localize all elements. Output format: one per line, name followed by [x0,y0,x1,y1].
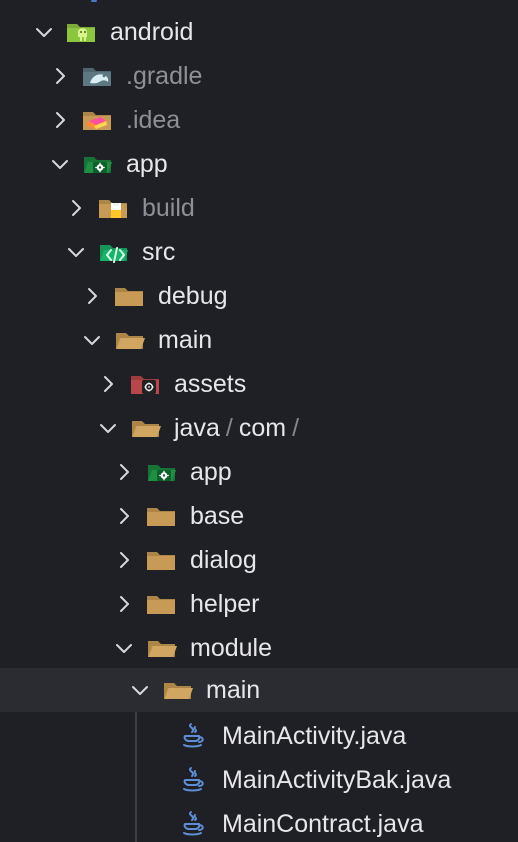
tree-item-label: app [126,150,168,178]
folder-open-icon [112,325,146,355]
folder-open-icon [144,633,178,663]
folder-icon [144,545,178,575]
tree-row-java-9[interactable]: java / com / [0,406,518,450]
idea-folder-icon [80,105,114,135]
tree-item-label: MainContract.java [222,810,424,838]
tree-row-android-0[interactable]: android [0,10,518,54]
path-separator: / [225,414,233,442]
tree-row-assets-8[interactable]: assets [0,362,518,406]
tree-item-label: debug [158,282,228,310]
chevron-down-icon[interactable] [98,418,118,438]
chevron-right-icon[interactable] [98,374,118,394]
chevron-right-icon[interactable] [66,198,86,218]
tree-row-base-11[interactable]: base [0,494,518,538]
chevron-down-icon[interactable] [50,154,70,174]
build-folder-icon [96,193,130,223]
tree-item-label: main [206,676,261,704]
app-folder-icon [80,149,114,179]
tree-row-app-3[interactable]: app [0,142,518,186]
tree-item-label: src [142,238,176,266]
tree-row-build-4[interactable]: build [0,186,518,230]
gradle-folder-icon [80,61,114,91]
tree-row-debug-6[interactable]: debug [0,274,518,318]
chevron-right-icon[interactable] [114,550,134,570]
tree-item-label: .idea [126,106,181,134]
tree-row-main-7[interactable]: main [0,318,518,362]
tree-item-label: dialog [190,546,257,574]
top-scroll-indicator [91,0,97,2]
source-folder-icon [96,237,130,267]
chevron-down-icon[interactable] [130,680,150,700]
chevron-down-icon[interactable] [114,638,134,658]
tree-item-label: assets [174,370,247,398]
tree-item-label: module [190,634,272,662]
java-file-icon [176,809,210,839]
tree-row-main-15[interactable]: main [0,668,518,712]
tree-item-label: MainActivityBak.java [222,766,452,794]
tree-item-label: MainActivity.java [222,722,407,750]
tree-item-label: helper [190,590,260,618]
tree-item-label: base [190,502,245,530]
chevron-down-icon[interactable] [66,242,86,262]
tree-item-label: build [142,194,195,222]
chevron-right-icon[interactable] [82,286,102,306]
tree-row-src-5[interactable]: src [0,230,518,274]
tree-item-label: .gradle [126,62,203,90]
folder-open-icon [128,413,162,443]
tree-row-idea-2[interactable]: .idea [0,98,518,142]
tree-item-label: app [190,458,232,486]
chevron-right-icon[interactable] [114,506,134,526]
android-folder-icon [64,17,98,47]
tree-row-maincontract-java-18[interactable]: MainContract.java [0,802,518,842]
path-segment: com [238,414,287,442]
tree-row-app-10[interactable]: app [0,450,518,494]
tree-row-module-14[interactable]: module [0,626,518,670]
chevron-right-icon[interactable] [50,66,70,86]
chevron-down-icon[interactable] [34,22,54,42]
app-folder-icon [144,457,178,487]
chevron-right-icon[interactable] [114,594,134,614]
java-file-icon [176,721,210,751]
tree-row-mainactivitybak-java-17[interactable]: MainActivityBak.java [0,758,518,802]
tree-row-gradle-1[interactable]: .gradle [0,54,518,98]
path-separator: / [292,414,300,442]
path-segment: java [174,414,220,442]
assets-folder-icon [128,369,162,399]
tree-row-dialog-12[interactable]: dialog [0,538,518,582]
folder-icon [112,281,146,311]
chevron-right-icon[interactable] [114,462,134,482]
chevron-down-icon[interactable] [82,330,102,350]
chevron-right-icon[interactable] [50,110,70,130]
tree-item-label: main [158,326,213,354]
folder-open-icon [160,675,194,705]
folder-icon [144,589,178,619]
file-explorer-tree: android .gradle .idea app build src debug main a… [0,0,518,842]
tree-row-mainactivity-java-16[interactable]: MainActivity.java [0,714,518,758]
tree-row-helper-13[interactable]: helper [0,582,518,626]
folder-icon [144,501,178,531]
tree-item-label: java / com / [174,414,305,442]
tree-item-label: android [110,18,194,46]
java-file-icon [176,765,210,795]
